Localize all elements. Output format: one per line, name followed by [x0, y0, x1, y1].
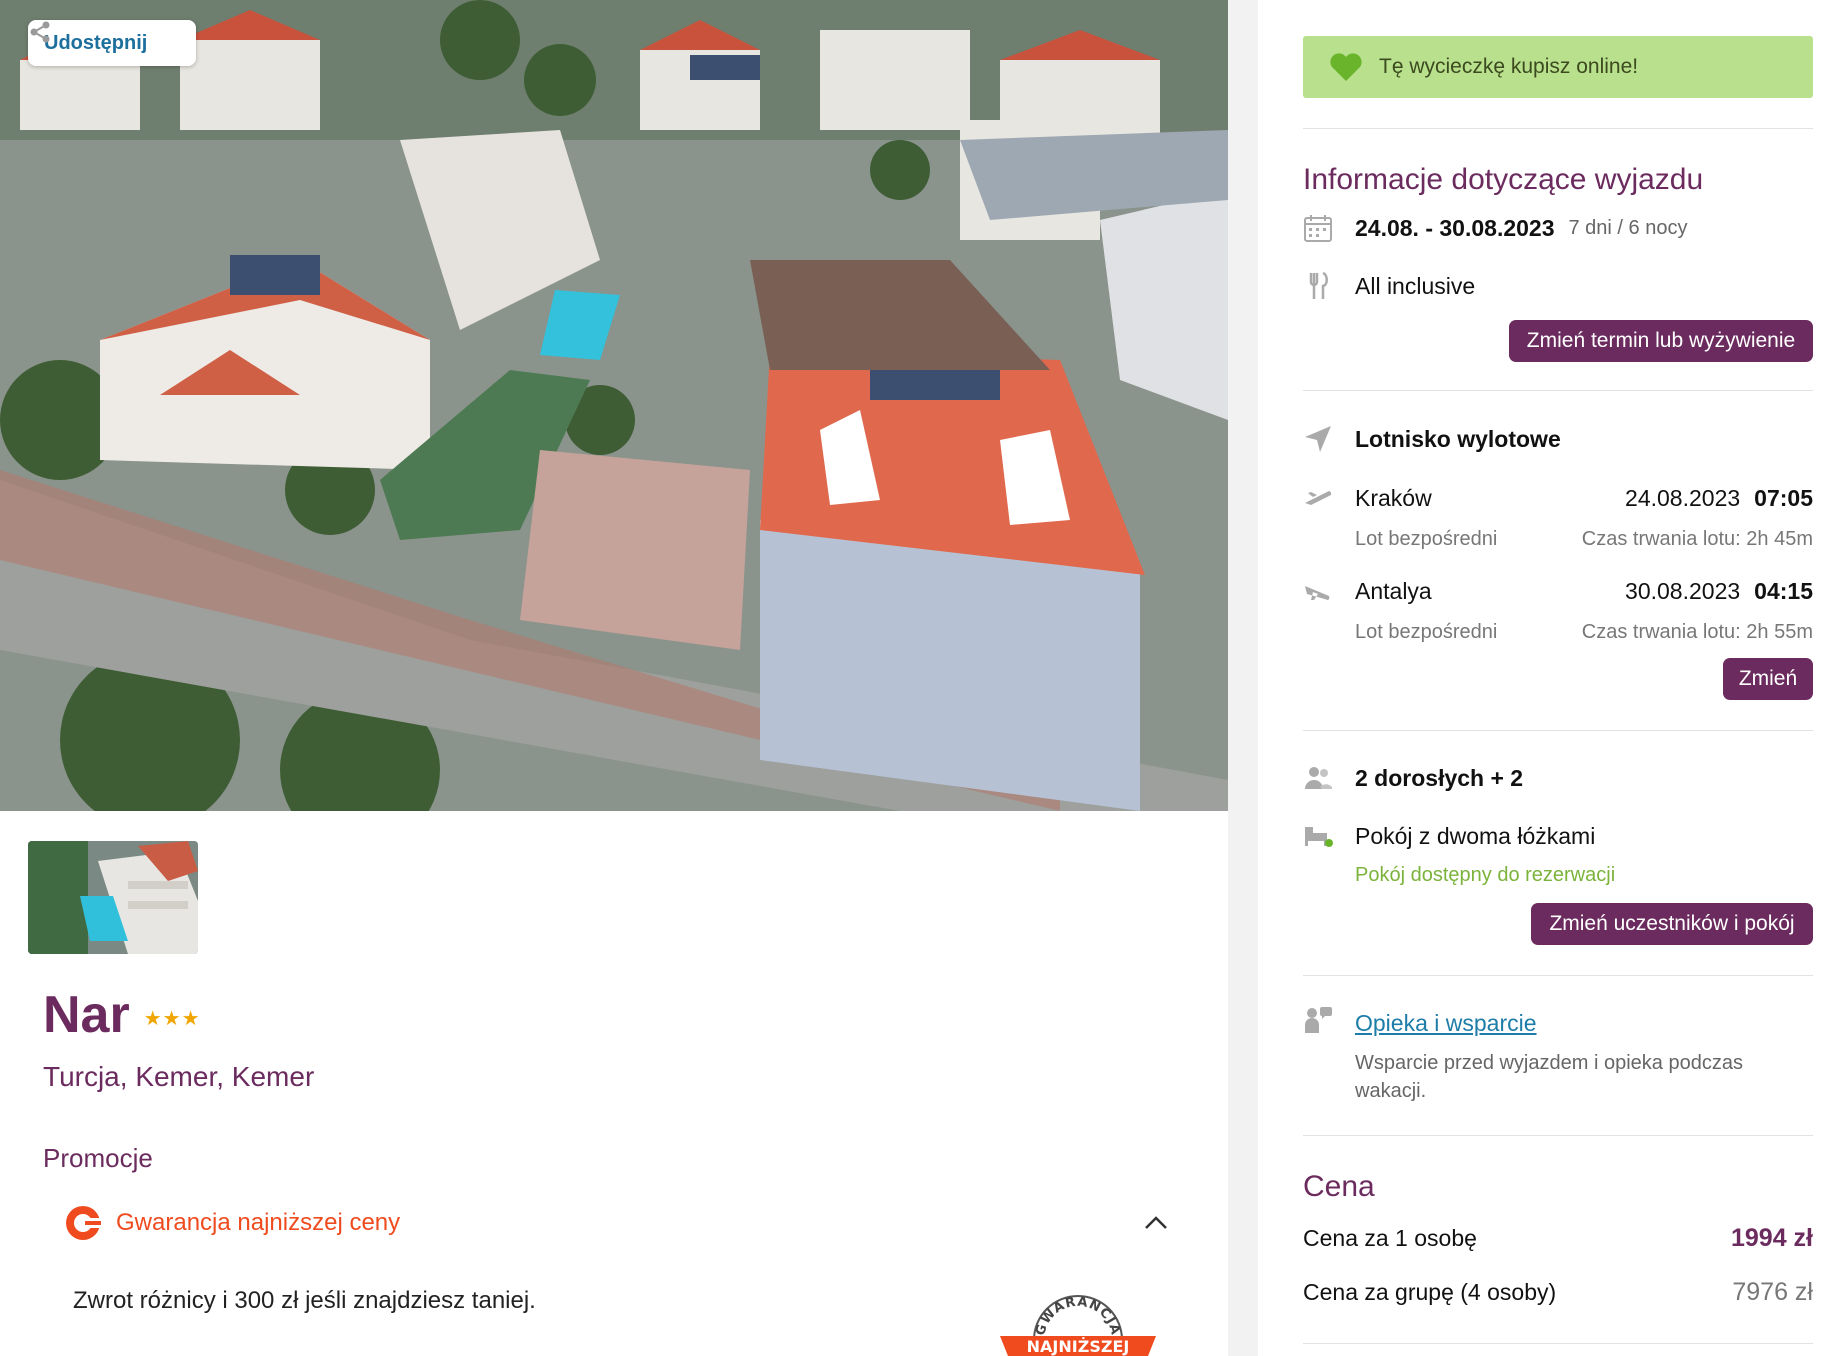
gallery-thumbnail[interactable] — [28, 841, 198, 954]
departure-airport-heading: Lotnisko wylotowe — [1355, 425, 1561, 452]
divider — [1303, 128, 1813, 129]
plane-landing-icon — [1305, 586, 1330, 600]
promotion-label: Gwarancja najniższej ceny — [116, 1209, 401, 1236]
buy-online-text: Tę wycieczkę kupisz online! — [1379, 55, 1639, 78]
hotel-name: Nar — [43, 986, 130, 1044]
divider — [1303, 730, 1813, 731]
people-icon — [1305, 767, 1332, 789]
trip-dates: 24.08. - 30.08.2023 — [1355, 214, 1555, 241]
participants-count: 2 dorosłych + 2 — [1355, 764, 1524, 791]
price-per-person-value: 1994 zł — [1730, 1224, 1813, 1252]
support-agent-icon — [1305, 1007, 1332, 1033]
change-flight-button[interactable]: Zmień — [1723, 658, 1813, 700]
price-group-value: 7976 zł — [1732, 1278, 1813, 1306]
outbound-city: Kraków — [1355, 484, 1432, 511]
buy-online-banner: Tę wycieczkę kupisz online! — [1303, 36, 1813, 98]
location-arrow-icon — [1305, 426, 1331, 452]
hotel-aerial-image — [0, 0, 1228, 811]
outbound-time: 07:05 — [1754, 484, 1813, 511]
lowest-price-guarantee-badge: GWARANCJA NAJNIŻSZEJ — [1000, 1295, 1156, 1356]
hotel-location: Turcja, Kemer, Kemer — [43, 1061, 315, 1092]
chevron-up-icon — [1145, 1216, 1167, 1229]
cutlery-icon — [1309, 271, 1328, 299]
promotion-accordion-toggle[interactable]: Gwarancja najniższej ceny — [64, 1203, 1170, 1243]
room-availability: Pokój dostępny do rezerwacji — [1355, 864, 1616, 886]
outbound-flight-type: Lot bezpośredni — [1355, 528, 1498, 550]
return-flight-type: Lot bezpośredni — [1355, 621, 1498, 643]
share-button-label: Udostępnij — [44, 31, 148, 54]
return-time: 04:15 — [1754, 577, 1813, 604]
bed-icon — [1305, 827, 1333, 847]
outbound-flight: Kraków 24.08.2023 07:05 Lot bezpośredni … — [1303, 482, 1813, 551]
column-gutter — [1228, 0, 1258, 1356]
trip-board: All inclusive — [1355, 272, 1476, 299]
support-description: Wsparcie przed wyjazdem i opieka podczas… — [1355, 1052, 1743, 1102]
share-icon — [30, 21, 50, 43]
booking-sidebar: Tę wycieczkę kupisz online! Informacje d… — [1258, 0, 1840, 1356]
trip-info-title: Informacje dotyczące wyjazdu — [1303, 163, 1704, 196]
return-date: 30.08.2023 — [1625, 577, 1741, 604]
outbound-flight-duration: Czas trwania lotu: 2h 45m — [1581, 528, 1813, 550]
promotions-heading: Promocje — [43, 1143, 153, 1173]
return-flight-duration: Czas trwania lotu: 2h 55m — [1581, 621, 1813, 643]
plane-takeoff-icon — [1305, 491, 1332, 505]
support-link[interactable]: Opieka i wsparcie — [1355, 1010, 1537, 1037]
hotel-title-block: Nar ★★★ — [43, 985, 201, 1045]
divider — [1303, 1135, 1813, 1136]
room-row: Pokój z dwoma łóżkami — [1303, 821, 1813, 851]
hotel-hero-photo[interactable]: Udostępnij — [0, 0, 1228, 811]
thumbnail-image — [28, 841, 198, 954]
badge-ribbon-text: NAJNIŻSZEJ — [1027, 1337, 1130, 1356]
change-date-board-button[interactable]: Zmień termin lub wyżywienie — [1509, 320, 1813, 362]
trip-board-row: All inclusive — [1303, 271, 1813, 301]
departure-airport-row: Lotnisko wylotowe — [1303, 424, 1813, 454]
participants-row: 2 dorosłych + 2 — [1303, 763, 1813, 793]
divider — [1303, 975, 1813, 976]
hotel-main-column: Udostępnij Nar ★★★ Turcja, Kemer, Kemer … — [0, 0, 1228, 1356]
return-city: Antalya — [1355, 577, 1432, 604]
price-title: Cena — [1303, 1170, 1375, 1203]
price-per-person-row: Cena za 1 osobę 1994 zł — [1303, 1224, 1813, 1253]
heart-icon — [1330, 53, 1362, 81]
return-flight: Antalya 30.08.2023 04:15 Lot bezpośredni… — [1303, 575, 1813, 644]
room-type: Pokój z dwoma łóżkami — [1355, 822, 1596, 849]
share-button[interactable]: Udostępnij — [28, 20, 196, 66]
price-guarantee-logo-icon — [66, 1206, 101, 1240]
calendar-icon — [1304, 215, 1332, 242]
change-participants-room-button[interactable]: Zmień uczestników i pokój — [1531, 903, 1813, 945]
outbound-date: 24.08.2023 — [1625, 484, 1741, 511]
price-per-person-label: Cena za 1 osobę — [1303, 1225, 1477, 1251]
price-group-label: Cena za grupę (4 osoby) — [1303, 1279, 1557, 1305]
trip-duration: 7 dni / 6 nocy — [1568, 216, 1688, 239]
hotel-stars: ★★★ — [143, 1007, 201, 1030]
divider — [1303, 390, 1813, 391]
trip-dates-row: 24.08. - 30.08.2023 7 dni / 6 nocy — [1303, 213, 1813, 243]
promotion-description: Zwrot różnicy i 300 zł jeśli znajdziesz … — [73, 1287, 536, 1314]
price-group-row: Cena za grupę (4 osoby) 7976 zł — [1303, 1278, 1813, 1307]
divider — [1303, 1343, 1813, 1344]
